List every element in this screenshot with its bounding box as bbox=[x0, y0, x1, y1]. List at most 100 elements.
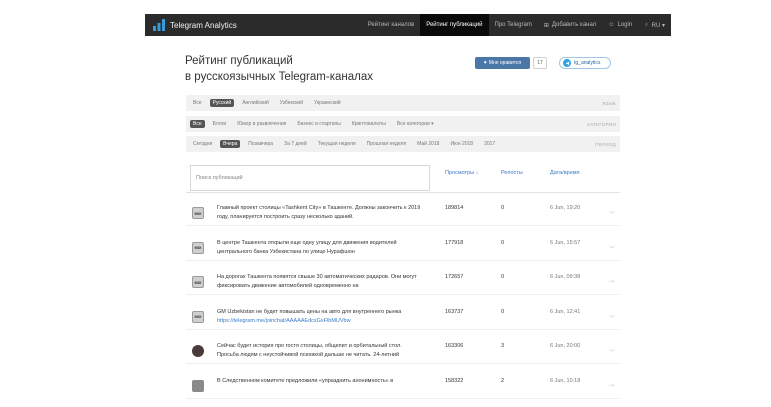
post-text[interactable]: На дорогах Ташкента появятся свыше 30 ав… bbox=[217, 273, 425, 291]
period-option-4[interactable]: Текущая неделя bbox=[315, 140, 359, 148]
brand[interactable]: Telegram Analytics bbox=[145, 14, 237, 36]
post-link[interactable]: https://telegram.me/joinchat/AAAAAEdcxGx… bbox=[217, 318, 351, 324]
period-option-8[interactable]: 2017 bbox=[481, 140, 498, 148]
post-text-body: Главный проект столицы «Tashkent City» в… bbox=[217, 205, 421, 220]
table-header-divider bbox=[186, 192, 620, 193]
category-option-2[interactable]: Юмор и развлечения bbox=[234, 120, 289, 128]
like-button[interactable]: ♥ Мне нравится bbox=[475, 57, 530, 69]
post-text[interactable]: Сейчас будет история про гостя столицы, … bbox=[217, 342, 425, 360]
nav-link-2[interactable]: Про Telegram bbox=[489, 14, 538, 36]
nav-link-label: RU ▾ bbox=[651, 22, 665, 29]
views-cell: 163737 bbox=[445, 308, 464, 315]
nav-link-4[interactable]: ☺ Login bbox=[602, 14, 638, 36]
post-text-body: GM Uzbekistan не будет повышать цены на … bbox=[217, 308, 402, 315]
top-navbar: Telegram Analytics Рейтинг каналов Рейтин… bbox=[145, 14, 671, 36]
views-cell: 189814 bbox=[445, 205, 464, 211]
reposts-cell: 2 bbox=[501, 377, 505, 384]
period-option-3[interactable]: За 7 дней bbox=[281, 140, 310, 148]
channel-avatar[interactable]: MIX bbox=[192, 241, 204, 254]
search-input[interactable]: Поиск публикаций bbox=[190, 165, 430, 191]
language-option-3[interactable]: Узбекский bbox=[277, 99, 306, 107]
post-text-body: Сейчас будет история про гостя столицы, … bbox=[217, 343, 402, 358]
table-row[interactable]: MIX Главный проект столицы «Tashkent City… bbox=[186, 196, 620, 226]
language-option-4[interactable]: Украинский bbox=[311, 99, 344, 107]
language-option-1[interactable]: Русский bbox=[209, 99, 235, 107]
nav-link-0[interactable]: Рейтинг каналов bbox=[362, 14, 421, 36]
period-option-7[interactable]: Июн 2018 bbox=[447, 140, 476, 148]
date-cell: 6 Jun, 09:38 bbox=[550, 274, 581, 280]
language-filter-label: ЯЗЫК bbox=[602, 100, 616, 106]
page-title-line-2: в русскоязычных Telegram-каналах bbox=[185, 71, 373, 83]
globe-icon: ♁ bbox=[644, 22, 649, 28]
language-option-2[interactable]: Английский bbox=[239, 99, 272, 107]
brand-name: Telegram Analytics bbox=[170, 20, 237, 30]
share-icon[interactable]: ↪ bbox=[609, 279, 615, 285]
page-title-line-1: Рейтинг публикаций bbox=[185, 55, 293, 67]
table-row[interactable]: MIX В центре Ташкента открыли еще одну ул… bbox=[186, 231, 620, 261]
share-icon[interactable]: ↪ bbox=[609, 314, 615, 320]
telegram-icon bbox=[563, 59, 571, 67]
thumbs-up-icon: ♥ bbox=[483, 60, 487, 66]
period-option-0[interactable]: Сегодня bbox=[190, 140, 215, 148]
post-text-body: На дорогах Ташкента появятся свыше 30 ав… bbox=[217, 274, 417, 289]
category-option-3[interactable]: Бизнес и стартапы bbox=[294, 120, 343, 128]
reposts-cell: 0 bbox=[501, 205, 505, 211]
share-icon[interactable]: ↪ bbox=[609, 210, 615, 216]
reposts-cell: 0 bbox=[501, 308, 505, 315]
nav-link-1[interactable]: Рейтинг публикаций bbox=[420, 14, 489, 36]
period-option-5[interactable]: Прошлая неделя bbox=[364, 140, 410, 148]
bar-chart-logo-icon bbox=[153, 19, 165, 31]
reposts-column-header[interactable]: Репосты bbox=[501, 170, 523, 176]
telegram-channel-label: tg_analytics bbox=[574, 60, 601, 66]
date-cell: 6 Jun, 19:20 bbox=[550, 205, 581, 211]
language-filter-bar: Все Русский Английский Узбекский Украинский … bbox=[186, 95, 620, 111]
post-text[interactable]: В Следственном комитете предложили «упра… bbox=[217, 377, 425, 386]
period-filter-label: ПЕРИОД bbox=[595, 141, 616, 147]
channel-avatar[interactable] bbox=[192, 345, 204, 357]
post-text[interactable]: В центре Ташкента открыли еще одну улицу… bbox=[217, 239, 425, 257]
share-icon[interactable]: ↪ bbox=[609, 245, 615, 251]
telegram-channel-link[interactable]: tg_analytics bbox=[559, 57, 611, 69]
views-cell: 163306 bbox=[445, 343, 464, 349]
period-option-1[interactable]: Вчера bbox=[220, 140, 241, 148]
category-option-4[interactable]: Криптовалюты bbox=[349, 120, 389, 128]
table-row[interactable]: MIX На дорогах Ташкента появятся свыше 30… bbox=[186, 265, 620, 295]
views-cell: 172657 bbox=[445, 274, 464, 280]
views-column-header[interactable]: Просмотры ↓ bbox=[445, 170, 478, 176]
category-filter-bar: Все Блоги Юмор и развлечения Бизнес и старт… bbox=[186, 116, 620, 132]
nav-link-label: Добавить канал bbox=[551, 22, 597, 28]
user-icon: ☺ bbox=[608, 22, 615, 28]
nav-links: Рейтинг каналов Рейтинг публикаций Про Tel… bbox=[362, 14, 671, 36]
period-option-6[interactable]: Май 2018 bbox=[414, 140, 442, 148]
channel-avatar[interactable]: MIX bbox=[192, 276, 204, 288]
plus-square-icon: ⊞ bbox=[543, 22, 549, 29]
table-row[interactable]: Сейчас будет история про гостя столицы, … bbox=[186, 334, 620, 364]
post-text[interactable]: GM Uzbekistan не будет повышать цены на … bbox=[217, 308, 425, 326]
category-option-0[interactable]: Все bbox=[190, 120, 205, 128]
table-row[interactable]: MIX GM Uzbekistan не будет повышать цены … bbox=[186, 300, 620, 330]
views-cell: 158322 bbox=[445, 377, 464, 384]
share-icon[interactable]: ↪ bbox=[609, 383, 615, 389]
nav-link-label: Login bbox=[617, 22, 633, 28]
channel-avatar[interactable]: MIX bbox=[192, 310, 204, 323]
nav-link-5[interactable]: ♁ RU ▾ bbox=[638, 14, 671, 36]
post-text[interactable]: Главный проект столицы «Tashkent City» в… bbox=[217, 204, 425, 222]
share-icon[interactable]: ↪ bbox=[609, 348, 615, 354]
nav-link-label: Про Telegram bbox=[494, 22, 532, 28]
date-cell: 6 Jun, 20:00 bbox=[550, 343, 581, 349]
like-count: 17 bbox=[533, 57, 547, 69]
period-option-2[interactable]: Позавчера bbox=[245, 140, 276, 148]
table-row[interactable]: В Следственном комитете предложили «упра… bbox=[186, 369, 620, 399]
nav-link-label: Рейтинг публикаций bbox=[426, 22, 483, 28]
language-option-0[interactable]: Все bbox=[190, 99, 205, 107]
category-option-5[interactable]: Все категории bbox=[394, 120, 437, 128]
reposts-cell: 0 bbox=[501, 239, 505, 246]
category-options: Все Блоги Юмор и развлечения Бизнес и старт… bbox=[190, 120, 442, 128]
nav-link-3[interactable]: ⊞ Добавить канал bbox=[538, 14, 602, 36]
nav-link-label: Рейтинг каналов bbox=[367, 22, 415, 28]
channel-avatar[interactable] bbox=[192, 379, 204, 392]
channel-avatar[interactable]: MIX bbox=[192, 207, 204, 219]
reposts-cell: 0 bbox=[501, 274, 505, 280]
date-column-header[interactable]: Дата/время bbox=[550, 170, 580, 176]
category-option-1[interactable]: Блоги bbox=[210, 120, 230, 128]
